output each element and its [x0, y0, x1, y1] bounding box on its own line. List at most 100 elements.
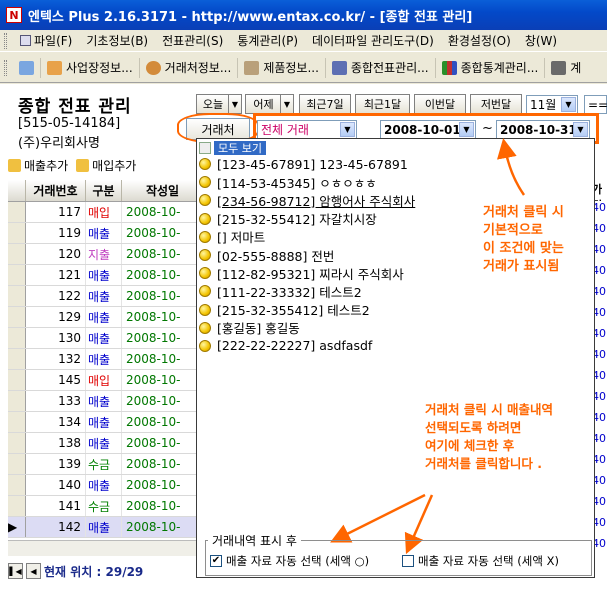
date-yesterday-button[interactable]: 어제 ▼ [245, 94, 294, 114]
add-sales-icon [8, 158, 21, 172]
show-all-item[interactable]: 모두 보기 [214, 140, 266, 155]
auto-select-vat-option[interactable]: ✔ 매출 자료 자동 선택 (세액 ○) [210, 553, 369, 569]
purchase-add-button[interactable]: 매입추가 [76, 157, 136, 174]
cell-type: 지출 [86, 244, 122, 264]
button-label: 저번달 [480, 98, 512, 111]
cell-date: 2008-10- [122, 328, 204, 348]
table-row[interactable]: ▶ 142 매출 2008-10- [8, 517, 204, 538]
menu-label: 통계관리(P) [237, 34, 299, 48]
menu-stats[interactable]: 통계관리(P) [230, 32, 305, 49]
month-select[interactable]: 11월 ▼ [526, 95, 578, 114]
cell-type: 매입 [86, 370, 122, 390]
menu-bar: 파일(F) 기초정보(B) 전표관리(S) 통계관리(P) 데이터파일 관리도구… [0, 30, 607, 52]
menu-file[interactable]: 파일(F) [13, 32, 79, 49]
table-row[interactable]: 119 매출 2008-10- [8, 223, 204, 244]
date-today-button[interactable]: 오늘 ▼ [196, 94, 242, 114]
extra-select[interactable]: == [584, 95, 607, 114]
product-icon [244, 60, 260, 75]
table-row[interactable]: 129 매출 2008-10- [8, 307, 204, 328]
vendor-label: [215-32-355412] 테스트2 [217, 303, 370, 319]
date-last7-button[interactable]: 최근7일 [299, 94, 351, 114]
menubar-grip [4, 32, 7, 49]
cell-no: 145 [26, 370, 86, 390]
table-row[interactable]: 120 지출 2008-10- [8, 244, 204, 265]
table-row[interactable]: 133 매출 2008-10- [8, 391, 204, 412]
checkbox-auto-select-no-vat[interactable] [402, 555, 414, 567]
checkbox-label: 매출 자료 자동 선택 (세액 ○) [226, 554, 370, 568]
checkbox-auto-select-vat[interactable]: ✔ [210, 555, 222, 567]
toolbar-vendor-info[interactable]: 거래처정보... [140, 57, 239, 78]
cell-date: 2008-10- [122, 370, 204, 390]
vendor-dot-icon [199, 321, 211, 334]
header-no[interactable]: 거래번호 [26, 180, 86, 201]
horizontal-scrollbar[interactable] [8, 540, 204, 556]
slip-icon [331, 60, 347, 75]
vendor-label: [114-53-45345] ㅇㅎㅇㅎㅎ [217, 175, 377, 191]
cell-no: 139 [26, 454, 86, 474]
annotation-line: 거래처 클릭 시 매출내역 [425, 402, 554, 417]
table-row[interactable]: 141 수금 2008-10- [8, 496, 204, 517]
vendor-list-item[interactable]: [114-53-45345] ㅇㅎㅇㅎㅎ [199, 173, 591, 191]
table-row[interactable]: 139 수금 2008-10- [8, 454, 204, 475]
popup-header: 모두 보기 [199, 140, 266, 155]
annotation-line: 기본적으로 [483, 223, 543, 238]
table-row[interactable]: 121 매출 2008-10- [8, 265, 204, 286]
vendor-label: [222-22-22227] asdfasdf [217, 338, 373, 354]
chevron-down-icon: ▼ [228, 95, 241, 113]
table-row[interactable]: 122 매출 2008-10- [8, 286, 204, 307]
prev-record-button[interactable]: ◀ [26, 563, 41, 579]
vendor-list-item[interactable]: [홍길동] 홍길동 [199, 319, 591, 337]
button-label: 이번달 [424, 98, 456, 111]
menu-label: 기초정보(B) [86, 34, 149, 48]
table-row[interactable]: 145 매입 2008-10- [8, 370, 204, 391]
cell-no: 122 [26, 286, 86, 306]
vendor-list-item[interactable]: [111-22-33332] 테스트2 [199, 282, 591, 300]
menu-window[interactable]: 창(W) [518, 32, 564, 49]
toolbar-label: 제품정보... [263, 61, 319, 75]
table-row[interactable]: 132 매출 2008-10- [8, 349, 204, 370]
cell-no: 142 [26, 517, 86, 537]
table-row[interactable]: 140 매출 2008-10- [8, 475, 204, 496]
date-this-month-button[interactable]: 이번달 [414, 94, 466, 114]
vendor-list-item[interactable]: [123-45-67891] 123-45-67891 [199, 155, 591, 173]
toolbar-slip-manage[interactable]: 종합전표관리... [326, 57, 436, 78]
cell-type: 매입 [86, 202, 122, 222]
menu-basic-info[interactable]: 기초정보(B) [79, 32, 155, 49]
auto-select-novat-option[interactable]: 매출 자료 자동 선택 (세액 X) [402, 553, 559, 569]
cell-type: 매출 [86, 349, 122, 369]
cell-type: 매출 [86, 328, 122, 348]
date-prev-month-button[interactable]: 저번달 [470, 94, 522, 114]
header-date[interactable]: 작성일 [122, 180, 204, 201]
record-position: 현재 위치 : 29/29 [44, 564, 144, 579]
menu-data-tools[interactable]: 데이터파일 관리도구(D) [305, 32, 441, 49]
date-last-month-button[interactable]: 최근1달 [355, 94, 410, 114]
annotation-top: 거래처 클릭 시 기본적으로 이 조건에 맞는 거래가 표시됨 [483, 204, 564, 276]
table-row[interactable]: 130 매출 2008-10- [8, 328, 204, 349]
vendor-label: [] 저마트 [217, 230, 266, 246]
table-row[interactable]: 138 매출 2008-10- [8, 433, 204, 454]
cell-date: 2008-10- [122, 412, 204, 432]
row-indicator [8, 286, 26, 306]
toolbar-business-info[interactable]: 사업장정보... [41, 57, 140, 78]
sales-add-button[interactable]: 매출추가 [8, 157, 68, 174]
vendor-dot-icon [199, 249, 211, 262]
table-row[interactable]: 134 매출 2008-10- [8, 412, 204, 433]
first-record-button[interactable]: ▌◀ [8, 563, 23, 579]
row-indicator [8, 412, 26, 432]
toolbar-stats-manage[interactable]: 종합통계관리... [436, 57, 546, 78]
vendor-list-item[interactable]: [222-22-22227] asdfasdf [199, 337, 591, 355]
add-purchase-icon [76, 158, 90, 172]
vendor-dot-icon [199, 212, 211, 225]
title-bar: N 엔텍스 Plus 2.16.3171 - http://www.entax.… [0, 0, 607, 30]
cell-date: 2008-10- [122, 244, 204, 264]
toolbar-refresh[interactable] [13, 57, 41, 78]
table-row[interactable]: 117 매입 2008-10- [8, 202, 204, 223]
toolbar-calc[interactable]: 계 [545, 58, 587, 78]
cell-type: 수금 [86, 496, 122, 516]
menu-settings[interactable]: 환경설정(O) [441, 32, 518, 49]
business-icon [47, 60, 62, 75]
toolbar-product-info[interactable]: 제품정보... [238, 57, 326, 78]
header-type[interactable]: 구분 [86, 180, 122, 201]
vendor-list-item[interactable]: [215-32-355412] 테스트2 [199, 301, 591, 319]
menu-slip[interactable]: 전표관리(S) [155, 32, 230, 49]
